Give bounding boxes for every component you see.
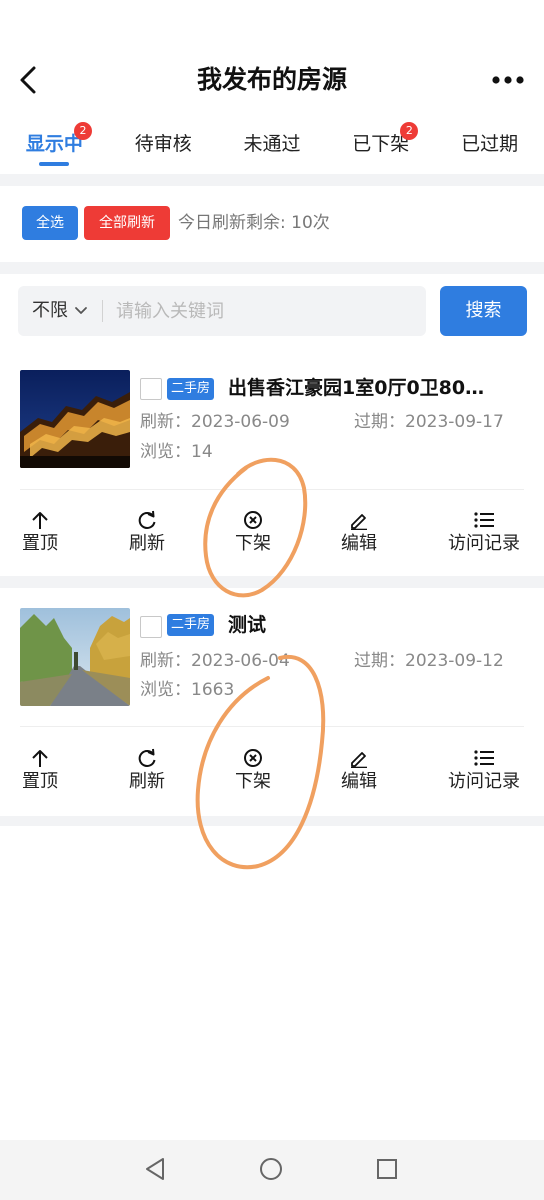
- search-row: 不限 搜索: [0, 276, 544, 346]
- edit-button[interactable]: 编辑: [319, 748, 399, 794]
- nav-back-icon[interactable]: [142, 1156, 168, 1182]
- tab-label: 显示中: [25, 133, 83, 155]
- card-divider: [20, 489, 524, 490]
- listing-title[interactable]: 出售香江豪园1室0厅0卫80…: [228, 375, 518, 401]
- listing-refresh-date: 刷新：2023-06-04: [140, 651, 290, 671]
- take-offline-button[interactable]: 下架: [213, 748, 293, 794]
- listing-expire-date: 过期：2023-09-12: [354, 651, 504, 671]
- listing-checkbox[interactable]: [140, 378, 162, 400]
- visit-records-button[interactable]: 访问记录: [444, 510, 524, 556]
- listing-thumbnail[interactable]: [20, 608, 130, 706]
- listing-views: 浏览：14: [140, 442, 213, 462]
- listing-views: 浏览：1663: [140, 680, 235, 700]
- action-label: 访问记录: [448, 771, 520, 792]
- action-label: 刷新: [129, 771, 165, 792]
- section-separator: [0, 816, 544, 826]
- list-icon: [474, 512, 494, 528]
- tab-pending-review[interactable]: 待审核: [109, 118, 218, 174]
- listing-checkbox[interactable]: [140, 616, 162, 638]
- listing-type-tag: 二手房: [167, 378, 215, 400]
- section-separator: [0, 576, 544, 588]
- tab-badge: 2: [74, 122, 92, 140]
- search-filter-dropdown[interactable]: 不限: [32, 286, 68, 336]
- select-all-button[interactable]: 全选: [22, 206, 78, 240]
- tab-badge: 2: [400, 122, 419, 140]
- pencil-icon: [351, 514, 367, 530]
- visit-records-button[interactable]: 访问记录: [444, 748, 524, 794]
- search-divider: [102, 300, 103, 322]
- tab-active-indicator: [39, 162, 70, 166]
- refresh-button[interactable]: 刷新: [107, 510, 187, 556]
- action-label: 下架: [235, 771, 271, 792]
- card-divider: [20, 726, 524, 727]
- search-input[interactable]: [116, 294, 406, 328]
- system-nav-bar: [0, 1140, 544, 1200]
- action-label: 编辑: [341, 771, 377, 792]
- pin-top-button[interactable]: 置顶: [0, 510, 80, 556]
- tab-label: 未通过: [243, 133, 301, 155]
- listing-type-tag: 二手房: [167, 614, 215, 636]
- listing-card: 二手房 测试 刷新：2023-06-04 过期：2023-09-12 浏览：16…: [0, 588, 544, 816]
- more-dots-icon[interactable]: [490, 64, 526, 96]
- pin-top-button[interactable]: 置顶: [0, 748, 80, 794]
- bulk-action-bar: 全选 全部刷新 今日刷新剩余: 10次: [0, 196, 544, 254]
- refresh-all-button[interactable]: 全部刷新: [84, 206, 170, 240]
- pencil-icon: [351, 752, 367, 768]
- listing-thumbnail[interactable]: [20, 370, 130, 468]
- nav-home-icon[interactable]: [258, 1156, 284, 1182]
- refresh-remaining-text: 今日刷新剩余: 10次: [178, 213, 330, 233]
- arrow-up-icon: [32, 750, 48, 767]
- status-tabs: 显示中 2 待审核 未通过 已下架 2 已过期: [0, 118, 544, 174]
- tab-rejected[interactable]: 未通过: [218, 118, 327, 174]
- action-label: 刷新: [129, 533, 165, 554]
- search-box: 不限: [18, 286, 426, 336]
- tab-offline[interactable]: 已下架 2: [326, 118, 435, 174]
- arrow-up-icon: [32, 512, 48, 529]
- nav-recent-icon[interactable]: [375, 1157, 399, 1181]
- tab-expired[interactable]: 已过期: [435, 118, 544, 174]
- listing-expire-date: 过期：2023-09-17: [354, 412, 504, 432]
- take-offline-button[interactable]: 下架: [213, 510, 293, 556]
- listing-card: 二手房 出售香江豪园1室0厅0卫80… 刷新：2023-06-09 过期：202…: [0, 348, 544, 576]
- action-label: 访问记录: [448, 533, 520, 554]
- list-icon: [474, 750, 494, 766]
- refresh-icon: [138, 748, 156, 767]
- chevron-down-icon[interactable]: [74, 306, 88, 316]
- tab-label: 已过期: [461, 133, 519, 155]
- refresh-icon: [138, 510, 156, 529]
- search-button[interactable]: 搜索: [440, 286, 527, 336]
- edit-button[interactable]: 编辑: [319, 510, 399, 556]
- listing-refresh-date: 刷新：2023-06-09: [140, 412, 290, 432]
- section-separator: [0, 174, 544, 186]
- section-separator: [0, 262, 544, 274]
- action-label: 置顶: [22, 771, 58, 792]
- circle-x-icon: [244, 749, 262, 767]
- tab-showing[interactable]: 显示中 2: [0, 118, 109, 174]
- action-label: 编辑: [341, 533, 377, 554]
- page-title: 我发布的房源: [196, 65, 347, 94]
- action-label: 下架: [235, 533, 271, 554]
- tab-label: 待审核: [134, 133, 192, 155]
- top-bar: 我发布的房源: [0, 48, 544, 112]
- refresh-button[interactable]: 刷新: [107, 748, 187, 794]
- circle-x-icon: [244, 511, 262, 529]
- listing-title[interactable]: 测试: [228, 612, 518, 638]
- action-label: 置顶: [22, 533, 58, 554]
